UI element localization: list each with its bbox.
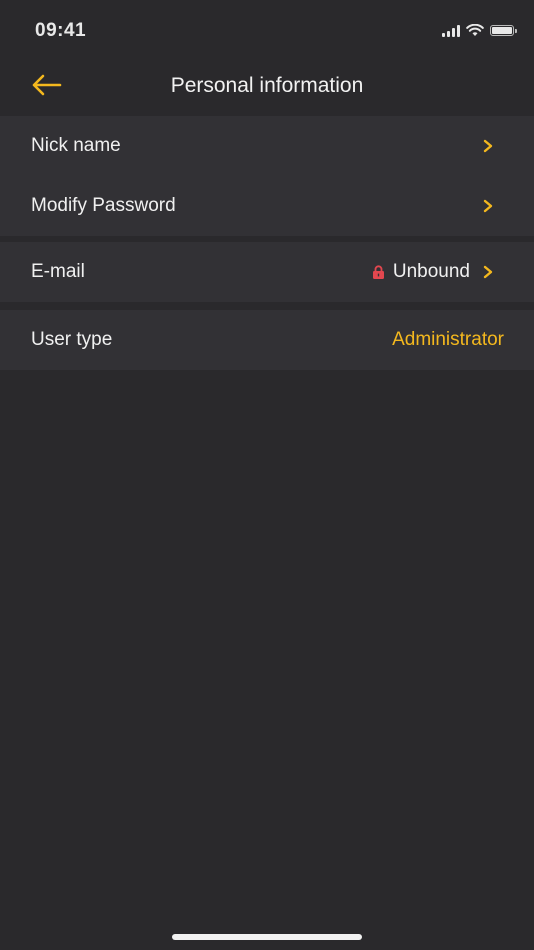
nav-bar: Personal information (0, 62, 534, 114)
status-time: 09:41 (35, 20, 87, 41)
chevron-right-icon (483, 199, 493, 213)
lock-icon (372, 264, 384, 279)
chevron-right-icon (483, 139, 493, 153)
user-type-label: User type (31, 329, 113, 350)
modify-password-row[interactable]: Modify Password (0, 176, 534, 236)
email-label: E-mail (31, 261, 85, 282)
user-type-value: Administrator (392, 329, 504, 350)
user-type-row: User type Administrator (0, 310, 534, 370)
settings-group-account: Nick name Modify Password (0, 116, 534, 236)
email-status: Unbound (371, 261, 470, 283)
settings-group-email: E-mail Unbound (0, 242, 534, 302)
settings-group-user-type: User type Administrator (0, 310, 534, 370)
chevron-right-icon (483, 265, 493, 279)
home-indicator (172, 934, 362, 940)
page-title: Personal information (170, 74, 364, 97)
wifi-icon (466, 24, 484, 36)
nick-name-label: Nick name (31, 135, 121, 156)
battery-icon (490, 25, 517, 36)
modify-password-label: Modify Password (31, 195, 176, 216)
email-row[interactable]: E-mail Unbound (0, 242, 534, 302)
status-icons (442, 24, 517, 37)
signal-icon (442, 24, 460, 37)
nick-name-row[interactable]: Nick name (0, 116, 534, 176)
status-bar: 09:41 (0, 0, 534, 62)
email-status-value: Unbound (392, 261, 470, 282)
